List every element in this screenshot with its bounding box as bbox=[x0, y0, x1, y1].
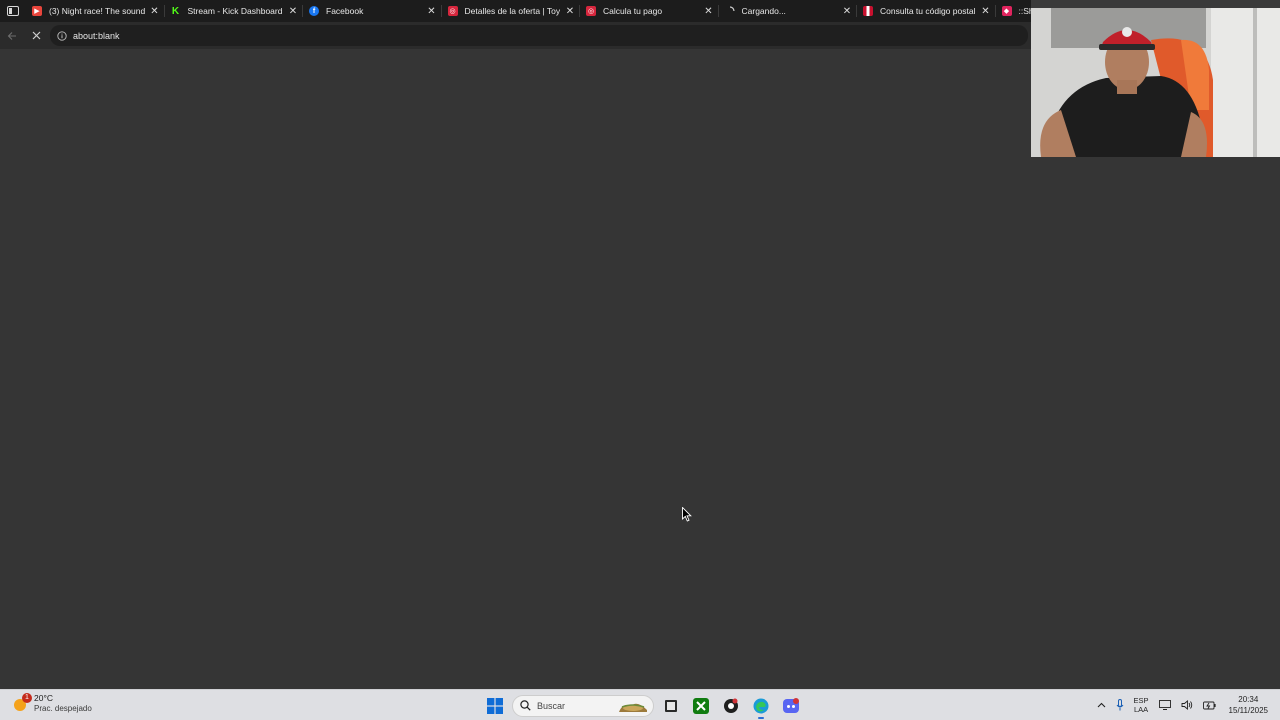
taskbar-search[interactable]: Buscar bbox=[512, 694, 654, 717]
lang-line2: LAA bbox=[1133, 705, 1149, 714]
microphone-icon bbox=[1116, 699, 1123, 711]
taskbar-discord[interactable] bbox=[778, 693, 804, 719]
flag-icon bbox=[863, 6, 873, 16]
tab-close-icon[interactable]: ✕ bbox=[426, 5, 438, 17]
back-button[interactable] bbox=[0, 24, 24, 48]
xbox-icon bbox=[693, 697, 709, 714]
app-icon bbox=[724, 698, 738, 713]
browser-toolbar: about:blank bbox=[0, 22, 1032, 49]
mouse-cursor-icon bbox=[682, 507, 692, 522]
search-icon bbox=[520, 700, 531, 711]
tab-1[interactable]: K Stream - Kick Dashboard ✕ bbox=[165, 0, 304, 22]
screen: ▶ (3) Night race! The sound o ✕ K Stream - K… bbox=[0, 0, 1280, 720]
tray-microphone[interactable] bbox=[1111, 690, 1129, 720]
tab-0[interactable]: ▶ (3) Night race! The sound o ✕ bbox=[26, 0, 165, 22]
discord-icon bbox=[783, 697, 799, 713]
address-bar[interactable]: about:blank bbox=[50, 25, 1028, 46]
kick-icon: K bbox=[171, 5, 180, 17]
webcam-overlay bbox=[1031, 0, 1280, 157]
tab-actions-icon bbox=[7, 6, 19, 16]
taskbar-file-explorer[interactable] bbox=[658, 693, 684, 719]
tab-title: (3) Night race! The sound o bbox=[49, 6, 145, 16]
facebook-icon: f bbox=[309, 6, 319, 16]
tab-close-icon[interactable]: ✕ bbox=[287, 5, 299, 17]
youtube-icon: ▶ bbox=[32, 6, 42, 16]
tab-close-icon[interactable]: ✕ bbox=[980, 5, 992, 17]
search-highlight-art-icon bbox=[619, 703, 647, 712]
tab-close-icon[interactable]: ✕ bbox=[149, 5, 161, 17]
taskbar-app-tracker[interactable] bbox=[718, 693, 744, 719]
weather-sun-icon: 1 bbox=[12, 692, 32, 713]
tab-6[interactable]: Consulta tu código postal m ✕ bbox=[857, 0, 996, 22]
active-indicator bbox=[758, 716, 764, 719]
address-url[interactable]: about:blank bbox=[73, 31, 120, 41]
tray-battery[interactable] bbox=[1198, 690, 1221, 720]
tab-4[interactable]: ◎ Calcula tu pago ✕ bbox=[580, 0, 719, 22]
lang-line1: ESP bbox=[1133, 696, 1149, 705]
toyota-icon: ◎ bbox=[586, 6, 596, 16]
battery-icon bbox=[1202, 701, 1216, 709]
tab-title: Stream - Kick Dashboard bbox=[187, 6, 283, 16]
tab-2[interactable]: f Facebook ✕ bbox=[303, 0, 442, 22]
tab-title: Consulta tu código postal m bbox=[880, 6, 976, 16]
tray-clock[interactable]: 20:34 15/11/2025 bbox=[1221, 690, 1280, 720]
tab-title: Cargando... bbox=[741, 6, 786, 16]
start-button[interactable] bbox=[482, 693, 508, 719]
tab-title: Facebook bbox=[326, 6, 364, 16]
gem-icon: ◆ bbox=[1001, 6, 1012, 16]
chevron-up-icon bbox=[1097, 702, 1105, 708]
clock-time: 20:34 bbox=[1238, 695, 1259, 704]
volume-icon bbox=[1181, 700, 1192, 710]
taskbar-xbox[interactable] bbox=[688, 693, 714, 719]
tab-title: Detalles de la oferta | Toyot bbox=[464, 6, 561, 16]
tab-close-icon[interactable]: ✕ bbox=[564, 5, 576, 17]
tray-volume[interactable] bbox=[1176, 690, 1198, 720]
taskbar: 1 20°C Prac. despejado Buscar ESP LAA 20… bbox=[0, 689, 1280, 720]
webcam-person-image bbox=[1031, 0, 1280, 157]
loading-icon bbox=[725, 6, 735, 16]
weather-temp: 20°C bbox=[34, 693, 53, 703]
clock-date: 15/11/2025 bbox=[1228, 706, 1268, 715]
weather-widget[interactable]: 1 20°C Prac. despejado bbox=[12, 692, 92, 714]
tab-title: Calcula tu pago bbox=[603, 6, 663, 16]
tab-3[interactable]: ◎ Detalles de la oferta | Toyot ✕ bbox=[442, 0, 581, 22]
tab-actions-button[interactable] bbox=[0, 0, 26, 22]
network-icon bbox=[1158, 700, 1171, 710]
windows-logo-icon bbox=[487, 697, 503, 714]
tab-5[interactable]: Cargando... ✕ bbox=[719, 0, 858, 22]
tray-language[interactable]: ESP LAA bbox=[1129, 690, 1154, 720]
toyota-icon: ◎ bbox=[447, 6, 458, 16]
weather-badge: 1 bbox=[22, 692, 32, 703]
stop-loading-button[interactable] bbox=[24, 24, 48, 48]
search-label: Buscar bbox=[537, 700, 566, 711]
taskbar-edge[interactable] bbox=[748, 693, 774, 719]
edge-icon bbox=[753, 698, 769, 713]
tray-overflow-button[interactable] bbox=[1092, 690, 1111, 720]
task-view-icon bbox=[665, 699, 677, 712]
back-arrow-icon bbox=[7, 31, 16, 40]
weather-condition: Prac. despejado bbox=[34, 704, 92, 713]
system-tray: ESP LAA 20:34 15/11/2025 bbox=[1092, 690, 1280, 720]
taskbar-center: Buscar bbox=[482, 692, 804, 719]
tab-close-icon[interactable]: ✕ bbox=[703, 5, 715, 17]
site-info-icon[interactable] bbox=[56, 30, 68, 42]
close-icon bbox=[32, 31, 40, 40]
tab-close-icon[interactable]: ✕ bbox=[841, 5, 853, 17]
tray-network[interactable] bbox=[1154, 690, 1176, 720]
